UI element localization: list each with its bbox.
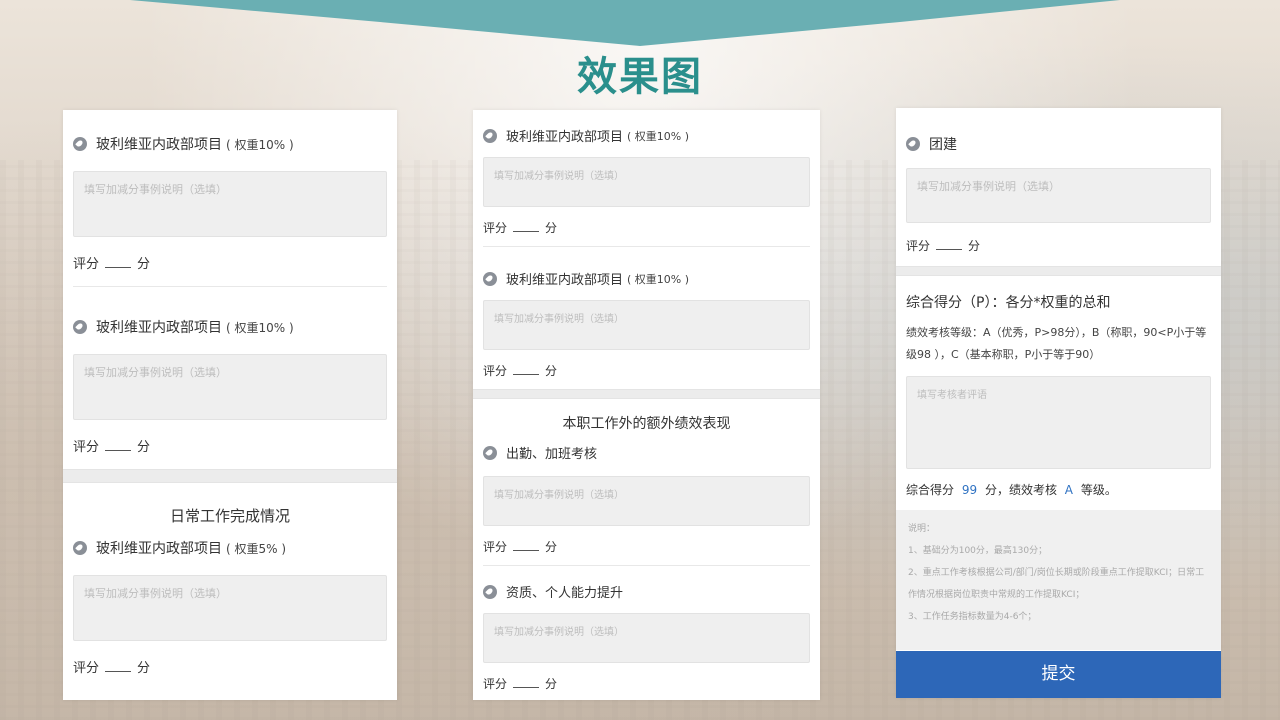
item-bullet-icon [73, 541, 87, 555]
item-weight: ( 权重5% ) [226, 541, 287, 556]
case-description-input[interactable]: 填写加减分事例说明（选填） [483, 613, 810, 663]
score-blank[interactable] [513, 365, 540, 375]
item-bullet-icon [906, 137, 920, 151]
form-item: 玻利维亚内政部项目 ( 权重10% ) 填写加减分事例说明（选填） 评分分 [473, 247, 820, 379]
phone-screen-3: 团建 填写加减分事例说明（选填） 评分分 综合得分（P）：各分*权重的总和 绩效… [896, 108, 1221, 698]
case-description-input[interactable]: 填写加减分事例说明（选填） [73, 171, 387, 237]
note-line: 1、基础分为100分，最高130分； [908, 546, 1048, 556]
form-item: 团建 填写加减分事例说明（选填） 评分分 [896, 108, 1221, 254]
form-item: 玻利维亚内政部项目 ( 权重10% ) 填写加减分事例说明（选填） 评分分 [63, 287, 397, 455]
item-bullet-icon [73, 320, 87, 334]
notes-panel: 说明： 1、基础分为100分，最高130分； 2、重点工作考核根据公司/部门/岗… [896, 510, 1221, 650]
section-gap [896, 266, 1221, 276]
summary-title: 综合得分（P）：各分*权重的总和 [906, 295, 1111, 311]
phone-screen-1: 玻利维亚内政部项目 ( 权重10% ) 填写加减分事例说明（选填） 评分分 玻利… [63, 110, 397, 700]
note-line: 3、工作任务指标数量为4-6个； [908, 612, 1037, 622]
score-blank[interactable] [513, 678, 540, 688]
item-label: 资质、个人能力提升 [506, 586, 624, 601]
item-bullet-icon [483, 271, 497, 286]
result-grade: A [1064, 483, 1074, 497]
score-blank[interactable] [936, 240, 963, 250]
score-blank[interactable] [513, 541, 540, 551]
form-item: 玻利维亚内政部项目 ( 权重10% ) 填写加减分事例说明（选填） 评分分 [63, 110, 397, 272]
top-banner [130, 0, 1120, 46]
item-label: 玻利维亚内政部项目 [506, 130, 624, 145]
page-title: 效果图 [577, 54, 703, 100]
grade-description: 绩效考核等级：A（优秀，P>98分），B（称职，90<P小于等级98 ），C（基… [906, 326, 1207, 361]
case-description-input[interactable]: 填写加减分事例说明（选填） [73, 575, 387, 641]
score-field[interactable]: 评分分 [483, 538, 810, 555]
score-field[interactable]: 评分分 [73, 436, 387, 455]
form-item: 资质、个人能力提升 填写加减分事例说明（选填） 评分分 [473, 566, 820, 692]
item-label: 玻利维亚内政部项目 [96, 137, 222, 153]
item-label: 玻利维亚内政部项目 [96, 541, 222, 557]
case-description-input[interactable]: 填写加减分事例说明（选填） [483, 157, 810, 207]
score-field[interactable]: 评分分 [73, 657, 387, 676]
item-bullet-icon [73, 137, 87, 151]
item-weight: ( 权重10% ) [627, 272, 690, 286]
form-item: 玻利维亚内政部项目 ( 权重10% ) 填写加减分事例说明（选填） 评分分 [473, 110, 820, 236]
note-line: 说明： [908, 524, 936, 534]
item-weight: ( 权重10% ) [226, 137, 294, 152]
score-blank[interactable] [105, 662, 132, 672]
score-blank[interactable] [105, 258, 132, 268]
item-bullet-icon [483, 128, 497, 143]
score-field[interactable]: 评分分 [906, 237, 1211, 254]
item-label: 玻利维亚内政部项目 [96, 320, 222, 336]
item-bullet-icon [483, 584, 497, 599]
result-score: 99 [961, 483, 978, 497]
case-description-input[interactable]: 填写加减分事例说明（选填） [73, 354, 387, 420]
summary-section: 综合得分（P）：各分*权重的总和 绩效考核等级：A（优秀，P>98分），B（称职… [896, 276, 1221, 498]
score-blank[interactable] [513, 222, 540, 232]
item-label: 团建 [929, 137, 957, 153]
section-gap [63, 469, 397, 483]
case-description-input[interactable]: 填写加减分事例说明（选填） [483, 476, 810, 526]
case-description-input[interactable]: 填写加减分事例说明（选填） [483, 300, 810, 350]
item-weight: ( 权重10% ) [627, 129, 690, 143]
section-title: 日常工作完成情况 [169, 507, 290, 525]
item-label: 玻利维亚内政部项目 [506, 273, 624, 288]
note-line: 2、重点工作考核根据公司/部门/岗位长期或阶段重点工作提取KCI；日常工作情况根… [908, 568, 1205, 600]
phone-screen-2: 玻利维亚内政部项目 ( 权重10% ) 填写加减分事例说明（选填） 评分分 玻利… [473, 110, 820, 700]
section-gap [473, 389, 820, 399]
section-title: 本职工作外的额外绩效表现 [562, 416, 731, 432]
item-bullet-icon [483, 445, 497, 460]
submit-button[interactable]: 提交 [896, 651, 1221, 698]
item-weight: ( 权重10% ) [226, 320, 294, 335]
evaluator-comment-input[interactable]: 填写考核者评语 [906, 376, 1211, 469]
score-field[interactable]: 评分分 [73, 253, 387, 272]
score-field[interactable]: 评分分 [483, 362, 810, 379]
form-item: 出勤、加班考核 填写加减分事例说明（选填） 评分分 [473, 433, 820, 555]
item-label: 出勤、加班考核 [506, 447, 598, 462]
case-description-input[interactable]: 填写加减分事例说明（选填） [906, 168, 1211, 223]
result-line: 综合得分 99 分，绩效考核 A 等级。 [906, 483, 1117, 497]
score-field[interactable]: 评分分 [483, 219, 810, 236]
score-blank[interactable] [105, 441, 132, 451]
score-field[interactable]: 评分分 [483, 675, 810, 692]
form-item: 玻利维亚内政部项目 ( 权重5% ) 填写加减分事例说明（选填） 评分分 [63, 526, 397, 676]
